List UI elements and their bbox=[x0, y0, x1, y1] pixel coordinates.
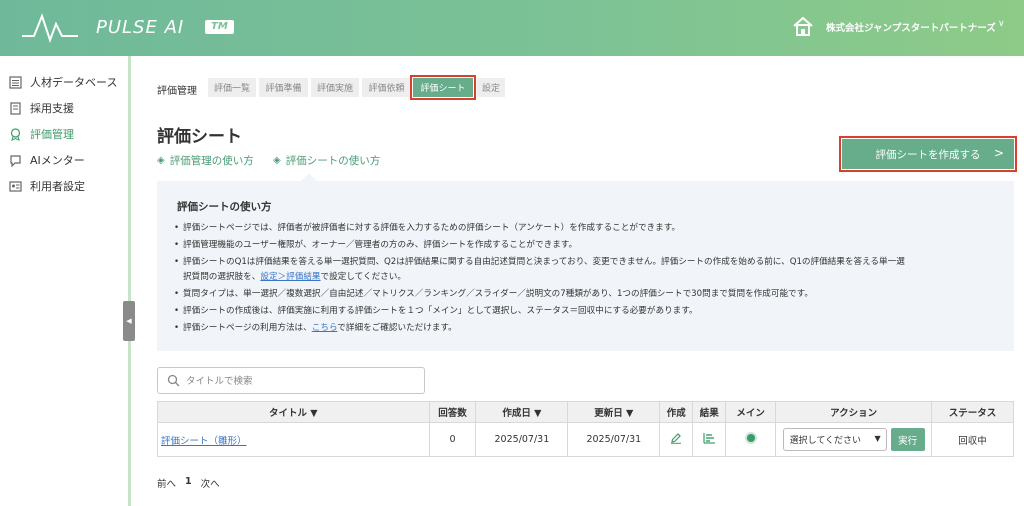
cell-title: 評価シート（雛形） bbox=[157, 422, 430, 457]
info-item: 評価シートの作成後は、評価実施に利用する評価シートを１つ「メイン」として選択し、… bbox=[174, 304, 998, 319]
help-link-evaluation-sheet[interactable]: ◈ 評価シートの使い方 bbox=[273, 153, 380, 168]
col-updated[interactable]: 更新日 ▼ bbox=[567, 401, 661, 423]
create-sheet-button[interactable]: 評価シートを作成する > bbox=[839, 136, 1017, 172]
user-card-icon bbox=[8, 179, 22, 193]
sheet-table: タイトル ▼ 回答数 作成日 ▼ 更新日 ▼ 作成 結果 メイン アクション ス… bbox=[157, 401, 1014, 457]
action-select-value: 選択してください bbox=[789, 436, 862, 446]
tab-evaluation-list[interactable]: 評価一覧 bbox=[208, 78, 256, 97]
page-title: 評価シート bbox=[157, 127, 242, 147]
info-item: 評価シートページの利用方法は、こちらで詳細をご確認いただけます。 bbox=[174, 321, 998, 336]
tab-evaluation-prep[interactable]: 評価準備 bbox=[259, 78, 308, 97]
cell-action: 選択してください ▼ 実行 bbox=[775, 422, 933, 457]
info-title: 評価シートの使い方 bbox=[177, 201, 272, 213]
results-settings-link[interactable]: 設定＞評価結果 bbox=[260, 272, 320, 282]
sidebar-item-recruiting[interactable]: 採用支援 bbox=[8, 99, 128, 117]
sidebar-item-evaluation[interactable]: 評価管理 bbox=[8, 125, 128, 143]
sidebar-item-label: 評価管理 bbox=[30, 128, 74, 141]
cell-main bbox=[725, 422, 777, 457]
pulse-logo-icon bbox=[22, 13, 78, 43]
cell-created: 2025/07/31 bbox=[475, 422, 569, 457]
chevron-right-icon: > bbox=[993, 146, 1004, 160]
chat-icon bbox=[8, 153, 22, 167]
sidebar: 人材データベース 採用支援 評価管理 AIメンター 利用者設定 bbox=[0, 56, 131, 506]
help-link-label: 評価シートの使い方 bbox=[285, 155, 381, 167]
database-icon bbox=[8, 75, 22, 89]
sidebar-item-label: 利用者設定 bbox=[30, 180, 85, 193]
badge-icon bbox=[8, 127, 22, 141]
logo-text: PULSE AI bbox=[96, 17, 185, 38]
run-button[interactable]: 実行 bbox=[890, 428, 925, 451]
col-title[interactable]: タイトル ▼ bbox=[157, 401, 430, 423]
sidebar-collapse-toggle[interactable]: ◀ bbox=[123, 301, 135, 341]
caret-down-icon: ▼ bbox=[874, 434, 881, 443]
company-name[interactable]: 株式会社ジャンプスタートパートナーズ bbox=[826, 20, 996, 34]
cell-results bbox=[692, 422, 727, 457]
sidebar-item-ai-mentor[interactable]: AIメンター bbox=[8, 151, 128, 169]
cell-edit bbox=[659, 422, 694, 457]
sidebar-item-talent-database[interactable]: 人材データベース bbox=[8, 73, 128, 91]
details-link[interactable]: こちら bbox=[312, 323, 338, 333]
sidebar-item-user-settings[interactable]: 利用者設定 bbox=[8, 177, 128, 195]
diamond-arrow-icon: ◈ bbox=[157, 155, 165, 166]
table-row: 評価シート（雛形） 0 2025/07/31 2025/07/31 選択してくだ… bbox=[157, 422, 1014, 457]
col-edit: 作成 bbox=[659, 401, 694, 423]
create-sheet-label: 評価シートを作成する bbox=[875, 148, 981, 161]
section-label: 評価管理 bbox=[157, 86, 197, 97]
info-item: 質問タイプは、単一選択／複数選択／自由記述／マトリクス／ランキング／スライダー／… bbox=[174, 287, 998, 302]
info-item: 評価シートのQ1は評価結果を答える単一選択質問、Q2は評価結果に関する自由記述質… bbox=[174, 255, 998, 285]
cell-status: 回収中 bbox=[931, 422, 1014, 457]
info-item: 評価シートページでは、評価者が被評価者に対する評価を入力するための評価シート（ア… bbox=[174, 221, 998, 236]
main-radio[interactable] bbox=[746, 434, 755, 442]
pencil-icon[interactable] bbox=[670, 432, 682, 444]
cell-updated: 2025/07/31 bbox=[567, 422, 661, 457]
tab-settings[interactable]: 設定 bbox=[477, 78, 505, 97]
sidebar-item-label: 人材データベース bbox=[30, 76, 118, 89]
app-header: PULSE AI TM 株式会社ジャンプスタートパートナーズ ∨ bbox=[0, 0, 1024, 56]
sidebar-item-label: 採用支援 bbox=[30, 102, 74, 115]
col-status: ステータス bbox=[931, 401, 1014, 423]
pager-next[interactable]: 次へ bbox=[201, 476, 220, 490]
search-icon bbox=[167, 374, 180, 387]
sheet-title-link[interactable]: 評価シート（雛形） bbox=[161, 436, 247, 447]
tab-evaluation-run[interactable]: 評価実施 bbox=[311, 78, 359, 97]
tab-evaluation-sheet[interactable]: 評価シート bbox=[410, 75, 476, 100]
bar-chart-icon[interactable] bbox=[703, 432, 716, 444]
info-panel: 評価シートの使い方 評価シートページでは、評価者が被評価者に対する評価を入力する… bbox=[157, 181, 1014, 351]
pager-prev[interactable]: 前へ bbox=[157, 476, 176, 490]
document-icon bbox=[8, 101, 22, 115]
diamond-arrow-icon: ◈ bbox=[273, 155, 281, 166]
info-item: 評価管理機能のユーザー権限が、オーナー／管理者の方のみ、評価シートを作成すること… bbox=[174, 238, 998, 253]
logo-tm-badge: TM bbox=[205, 20, 234, 34]
search-input[interactable] bbox=[186, 373, 416, 389]
col-answers: 回答数 bbox=[428, 401, 477, 423]
tab-evaluation-request[interactable]: 評価依頼 bbox=[362, 78, 411, 97]
help-link-label: 評価管理の使い方 bbox=[169, 155, 254, 167]
help-link-evaluation-management[interactable]: ◈ 評価管理の使い方 bbox=[157, 153, 254, 168]
col-created[interactable]: 作成日 ▼ bbox=[475, 401, 569, 423]
sidebar-item-label: AIメンター bbox=[30, 154, 85, 167]
col-results: 結果 bbox=[692, 401, 727, 423]
search-box[interactable] bbox=[157, 367, 425, 394]
col-main: メイン bbox=[725, 401, 777, 423]
cell-answers: 0 bbox=[428, 422, 477, 457]
home-icon[interactable] bbox=[792, 16, 814, 36]
pager-current[interactable]: 1 bbox=[185, 476, 192, 490]
pagination: 前へ 1 次へ bbox=[157, 476, 220, 490]
chevron-down-icon[interactable]: ∨ bbox=[998, 19, 1005, 29]
action-select[interactable]: 選択してください ▼ bbox=[782, 428, 887, 451]
col-action: アクション bbox=[775, 401, 933, 423]
